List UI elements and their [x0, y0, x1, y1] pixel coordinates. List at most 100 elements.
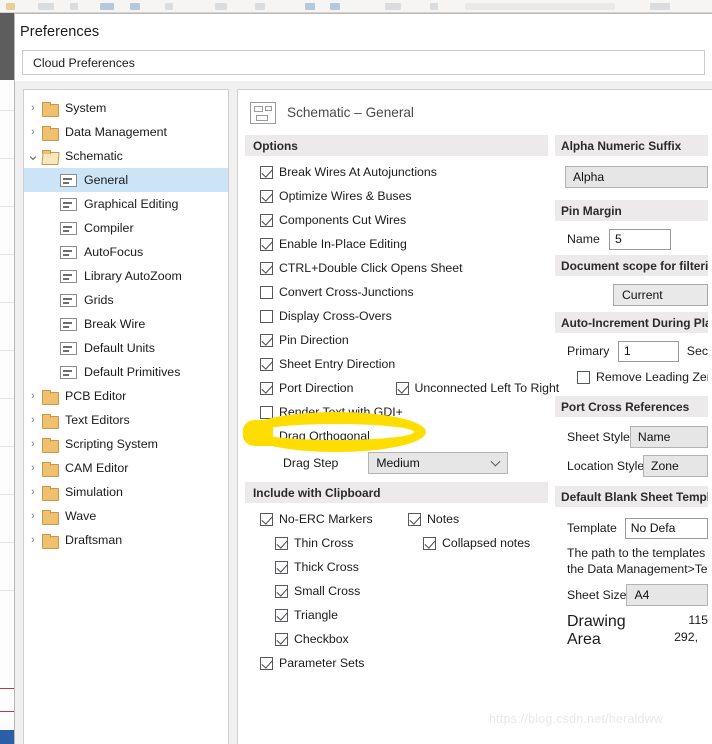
tree-item-default-units[interactable]: Default Units	[24, 336, 228, 360]
chevron-right-icon[interactable]: ›	[24, 438, 42, 450]
option-drag-orthogonal[interactable]: Drag Orthogonal	[245, 424, 548, 448]
option-optimize-wires-buses[interactable]: Optimize Wires & Buses	[245, 184, 548, 208]
chevron-right-icon[interactable]: ›	[24, 390, 42, 402]
chevron-right-icon[interactable]: ›	[24, 510, 42, 522]
tree-item-simulation[interactable]: › Simulation	[24, 480, 228, 504]
checkbox-pin-direction[interactable]	[260, 333, 273, 347]
clipboard-checkbox[interactable]: Checkbox	[245, 627, 393, 651]
tree-item-scripting-system[interactable]: › Scripting System	[24, 432, 228, 456]
checkbox-triangle[interactable]	[275, 608, 288, 622]
schematic-icon-block	[254, 105, 263, 112]
tree-item-grids[interactable]: Grids	[24, 288, 228, 312]
checkbox-notes[interactable]	[408, 512, 421, 526]
tree-item-break-wire[interactable]: Break Wire	[24, 312, 228, 336]
chevron-right-icon[interactable]: ›	[24, 414, 42, 426]
tree-item-system[interactable]: › System	[24, 96, 228, 120]
option-render-text-with-gdi+[interactable]: Render Text with GDI+	[245, 400, 548, 424]
checkbox-no-erc-markers[interactable]	[260, 512, 273, 526]
drag-step-dropdown[interactable]: Medium	[368, 452, 509, 474]
chevron-right-icon[interactable]: ›	[24, 534, 42, 546]
clipboard-no-erc-markers[interactable]: No-ERC Markers	[245, 507, 393, 531]
tree-item-pcb-editor[interactable]: › PCB Editor	[24, 384, 228, 408]
background-status-bar	[0, 730, 14, 744]
drawing-area-row: Drawing Area 115 292,	[555, 613, 708, 649]
auto-increment-primary-input[interactable]: 1	[617, 340, 679, 362]
clipboard-item-label: Notes	[427, 512, 460, 526]
auto-increment-primary-row: Primary 1 Sec	[555, 337, 708, 365]
location-style-dropdown[interactable]: Zone	[643, 455, 708, 477]
sheet-size-dropdown[interactable]: A4	[626, 584, 708, 606]
option-components-cut-wires[interactable]: Components Cut Wires	[245, 208, 548, 232]
chevron-right-icon[interactable]: ›	[24, 486, 42, 498]
preferences-tree[interactable]: › System › Data Management ⌄ Schematic General…	[23, 89, 229, 744]
tree-item-draftsman[interactable]: › Draftsman	[24, 528, 228, 552]
remove-leading-zeroes-checkbox[interactable]	[577, 370, 590, 384]
tree-item-default-primitives[interactable]: Default Primitives	[24, 360, 228, 384]
tree-item-cam-editor[interactable]: › CAM Editor	[24, 456, 228, 480]
checkbox-unconnected-left-to-right[interactable]	[395, 381, 409, 395]
document-scope-dropdown[interactable]: Current	[613, 284, 708, 306]
option-ctrl+double-click-opens-sheet[interactable]: CTRL+Double Click Opens Sheet	[245, 256, 548, 280]
checkbox-thick-cross[interactable]	[275, 560, 288, 574]
checkbox-checkbox[interactable]	[275, 632, 288, 646]
checkbox-parameter-sets[interactable]	[260, 656, 273, 670]
pin-margin-name-input[interactable]: 5	[609, 228, 671, 250]
tree-item-wave[interactable]: › Wave	[24, 504, 228, 528]
checkbox-components-cut-wires[interactable]	[260, 213, 273, 227]
option-display-cross-overs[interactable]: Display Cross-Overs	[245, 304, 548, 328]
sheet-style-dropdown[interactable]: Name	[629, 426, 708, 448]
tree-item-label: Graphical Editing	[84, 197, 179, 211]
checkbox-optimize-wires-buses[interactable]	[260, 189, 273, 203]
tree-item-text-editors[interactable]: › Text Editors	[24, 408, 228, 432]
tree-item-compiler[interactable]: Compiler	[24, 216, 228, 240]
checkbox-collapsed-notes[interactable]	[423, 536, 436, 550]
checkbox-drag-orthogonal[interactable]	[260, 429, 273, 443]
clipboard-thin-cross[interactable]: Thin Cross	[245, 531, 393, 555]
chevron-right-icon[interactable]: ›	[24, 462, 42, 474]
checkbox-render-text-with-gdi+[interactable]	[260, 405, 273, 419]
checkbox-convert-cross-junctions[interactable]	[260, 285, 273, 299]
chevron-right-icon[interactable]: ›	[24, 126, 42, 138]
clipboard-collapsed-notes[interactable]: Collapsed notes	[393, 531, 548, 555]
option-enable-in-place-editing[interactable]: Enable In-Place Editing	[245, 232, 548, 256]
sheet-size-label: Sheet Size	[567, 588, 627, 602]
tree-item-label: Grids	[84, 293, 114, 307]
tree-item-data-management[interactable]: › Data Management	[24, 120, 228, 144]
tree-item-graphical-editing[interactable]: Graphical Editing	[24, 192, 228, 216]
tree-item-general[interactable]: General	[24, 168, 228, 192]
checkbox-thin-cross[interactable]	[275, 536, 288, 550]
clipboard-notes[interactable]: Notes	[393, 507, 548, 531]
clipboard-item-label: Collapsed notes	[442, 536, 531, 550]
alpha-suffix-dropdown[interactable]: Alpha	[565, 166, 708, 188]
option-break-wires-at-autojunctions[interactable]: Break Wires At Autojunctions	[245, 160, 548, 184]
tree-item-library-autozoom[interactable]: Library AutoZoom	[24, 264, 228, 288]
tree-item-schematic[interactable]: ⌄ Schematic	[24, 144, 228, 168]
tree-item-label: Scripting System	[65, 437, 158, 451]
checkbox-enable-in-place-editing[interactable]	[260, 237, 273, 251]
option-convert-cross-junctions[interactable]: Convert Cross-Junctions	[245, 280, 548, 304]
checkbox-sheet-entry-direction[interactable]	[260, 357, 273, 371]
tree-item-autofocus[interactable]: AutoFocus	[24, 240, 228, 264]
checkbox-display-cross-overs[interactable]	[260, 309, 273, 323]
option-unconnected-left-to-right[interactable]: Unconnected Left To Right	[395, 381, 559, 395]
bg-toolbar-icon	[330, 3, 340, 10]
cloud-preferences-bar: Cloud Preferences	[15, 50, 712, 81]
template-input[interactable]: No Defa	[624, 517, 708, 539]
cloud-preferences-button[interactable]: Cloud Preferences	[22, 50, 705, 75]
checkbox-ctrl+double-click-opens-sheet[interactable]	[260, 261, 273, 275]
clipboard-thick-cross[interactable]: Thick Cross	[245, 555, 393, 579]
option-sheet-entry-direction[interactable]: Sheet Entry Direction	[245, 352, 548, 376]
bg-grid-line	[0, 590, 14, 591]
clipboard-parameter-sets[interactable]: Parameter Sets	[245, 651, 393, 675]
clipboard-triangle[interactable]: Triangle	[245, 603, 393, 627]
option-port-direction[interactable]: Port Direction Unconnected Left To Right	[245, 376, 559, 400]
sheet-style-value: Name	[637, 430, 671, 444]
checkbox-port-direction[interactable]	[260, 381, 273, 395]
checkbox-break-wires-at-autojunctions[interactable]	[260, 165, 273, 179]
clipboard-small-cross[interactable]: Small Cross	[245, 579, 393, 603]
remove-leading-zeroes-row[interactable]: Remove Leading Zeroes	[555, 365, 708, 389]
option-pin-direction[interactable]: Pin Direction	[245, 328, 548, 352]
chevron-right-icon[interactable]: ›	[24, 102, 42, 114]
checkbox-small-cross[interactable]	[275, 584, 288, 598]
chevron-down-icon[interactable]: ⌄	[24, 148, 42, 163]
